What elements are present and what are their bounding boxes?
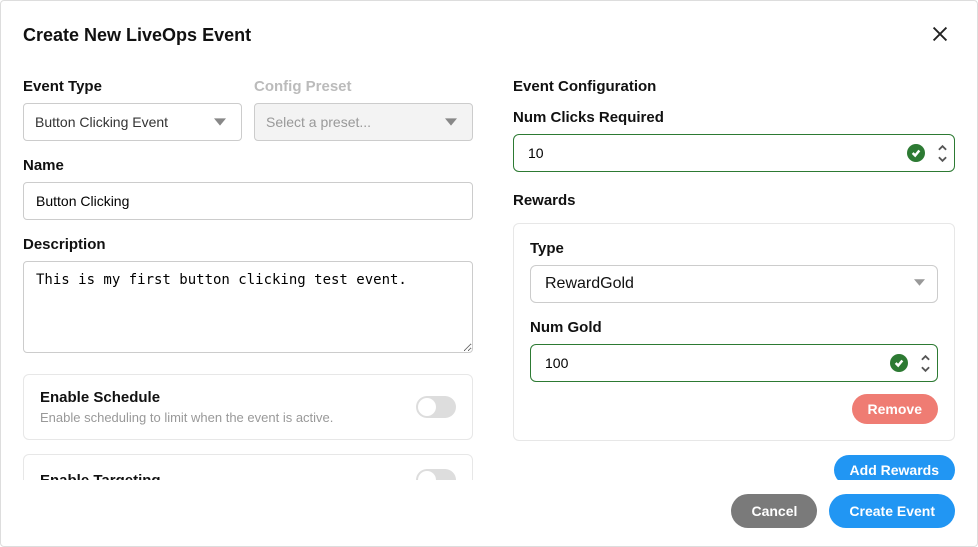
enable-schedule-card: Enable Schedule Enable scheduling to lim… (23, 374, 473, 440)
enable-targeting-toggle[interactable] (416, 469, 456, 480)
check-icon (907, 144, 925, 162)
remove-reward-button[interactable]: Remove (852, 394, 938, 424)
chevron-up-icon[interactable] (918, 353, 932, 363)
reward-type-value: RewardGold (545, 275, 634, 293)
event-config-heading: Event Configuration (513, 78, 955, 95)
num-clicks-field (513, 134, 955, 172)
name-label: Name (23, 157, 473, 174)
enable-schedule-toggle[interactable] (416, 396, 456, 418)
check-icon (890, 354, 908, 372)
add-rewards-button[interactable]: Add Rewards (834, 455, 955, 480)
reward-type-label: Type (530, 240, 938, 257)
num-clicks-stepper[interactable] (935, 143, 949, 164)
enable-schedule-sub: Enable scheduling to limit when the even… (40, 410, 333, 425)
reward-type-select[interactable]: RewardGold (530, 265, 938, 303)
close-icon (929, 23, 951, 45)
num-clicks-label: Num Clicks Required (513, 109, 955, 126)
event-type-label: Event Type (23, 78, 242, 95)
chevron-up-icon[interactable] (935, 143, 949, 153)
config-preset-label: Config Preset (254, 78, 473, 95)
create-liveops-event-modal: Create New LiveOps Event Event Type Butt… (0, 0, 978, 547)
name-input[interactable] (23, 182, 473, 220)
close-button[interactable] (925, 19, 955, 52)
num-gold-input[interactable] (530, 344, 938, 382)
num-gold-stepper[interactable] (918, 353, 932, 374)
create-event-button[interactable]: Create Event (829, 494, 955, 528)
rewards-box: Type RewardGold Num Gold (513, 223, 955, 441)
chevron-down-icon[interactable] (935, 154, 949, 164)
event-type-select[interactable]: Button Clicking Event (23, 103, 242, 141)
rewards-heading: Rewards (513, 192, 955, 209)
enable-schedule-title: Enable Schedule (40, 389, 333, 406)
modal-title: Create New LiveOps Event (23, 25, 251, 46)
chevron-down-icon[interactable] (918, 364, 932, 374)
num-clicks-input[interactable] (513, 134, 955, 172)
num-gold-field (530, 344, 938, 382)
chevron-down-icon (914, 275, 925, 293)
enable-targeting-title: Enable Targeting (40, 472, 161, 481)
num-gold-label: Num Gold (530, 319, 938, 336)
cancel-button[interactable]: Cancel (731, 494, 817, 528)
config-preset-select[interactable]: Select a preset... (254, 103, 473, 141)
description-textarea[interactable] (23, 261, 473, 353)
description-label: Description (23, 236, 473, 253)
enable-targeting-card: Enable Targeting (23, 454, 473, 480)
